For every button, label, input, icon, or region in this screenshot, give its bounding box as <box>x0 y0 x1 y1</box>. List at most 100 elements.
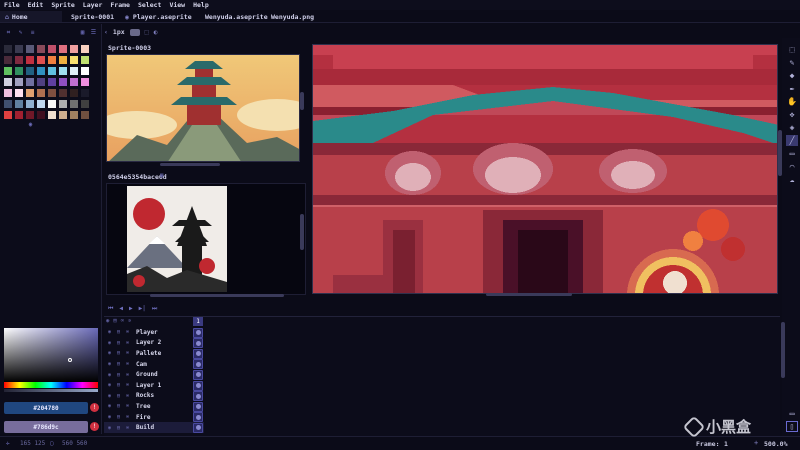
grid-view-icon[interactable]: ▦ <box>78 28 87 37</box>
timeline-scrollbar[interactable] <box>781 322 785 378</box>
palette-swatch[interactable] <box>26 67 34 75</box>
eye-icon[interactable]: ◉ <box>106 318 109 324</box>
hand-tool-icon[interactable]: ✋ <box>786 96 798 107</box>
palette-swatch[interactable] <box>4 67 12 75</box>
palette-swatch[interactable] <box>70 45 78 53</box>
palette-swatch[interactable] <box>15 67 23 75</box>
eye-icon[interactable]: ◉ <box>106 414 113 421</box>
palette-swatch[interactable] <box>37 45 45 53</box>
palette-swatch[interactable] <box>48 100 56 108</box>
layer-row[interactable]: ◉ ▤ ∞ Tree <box>104 401 204 412</box>
palette-swatch[interactable] <box>48 45 56 53</box>
preview-scrollbar[interactable] <box>300 92 304 110</box>
palette-swatch[interactable] <box>81 100 89 108</box>
menu-help[interactable]: Help <box>193 1 209 9</box>
timeline-cel[interactable] <box>193 401 203 412</box>
brush-shape-icon[interactable] <box>129 28 140 36</box>
pixel-perfect-icon[interactable]: ⬚ <box>145 28 149 36</box>
palette-swatch[interactable] <box>81 78 89 86</box>
layer-row[interactable]: ◉ ▤ ∞ Build <box>104 422 204 433</box>
preview-image-mountain[interactable] <box>127 186 227 292</box>
menu-icon[interactable]: ☰ <box>89 28 98 37</box>
preview2-hscrollbar[interactable] <box>150 294 284 297</box>
color-picker-spectrum[interactable] <box>4 328 98 382</box>
eye-icon[interactable]: ◉ <box>106 361 113 368</box>
lock-icon[interactable]: ▤ <box>115 361 122 368</box>
next-frame-icon[interactable]: ▶| <box>139 305 146 312</box>
layer-row[interactable]: ◉ ▤ ∞ Fire <box>104 412 204 423</box>
link-icon[interactable]: ∞ <box>124 424 131 431</box>
lock-icon[interactable]: ▤ <box>115 350 122 357</box>
eye-icon[interactable]: ◉ <box>106 382 113 389</box>
brush-size-label[interactable]: 1px <box>113 28 125 36</box>
palette-swatch[interactable] <box>37 56 45 64</box>
link-icon[interactable]: ∞ <box>124 382 131 389</box>
palette-swatch[interactable] <box>70 111 78 119</box>
timeline-cel[interactable] <box>193 338 203 349</box>
palette-swatch[interactable] <box>81 67 89 75</box>
eye-icon[interactable]: ◉ <box>106 329 113 336</box>
lock-icon[interactable]: ▤ <box>115 403 122 410</box>
picker-cursor[interactable] <box>68 358 72 362</box>
fill-tool-icon[interactable]: ◈ <box>786 122 798 133</box>
menu-file[interactable]: File <box>4 1 20 9</box>
timeline-cel[interactable] <box>193 422 203 433</box>
symmetry-icon[interactable]: ◐ <box>154 28 158 36</box>
timeline-cel[interactable] <box>193 412 203 423</box>
palette-swatch[interactable] <box>4 111 12 119</box>
palette-swatch[interactable] <box>37 78 45 86</box>
eye-icon[interactable]: ◉ <box>106 339 113 346</box>
add-color-icon[interactable]: ◉ <box>26 120 35 129</box>
palette-swatch[interactable] <box>48 56 56 64</box>
palette-sort-icon[interactable]: ≡ <box>28 28 37 37</box>
tab-wenyuda-aseprite[interactable]: Wenyuda.aseprite <box>200 11 273 22</box>
palette-swatch[interactable] <box>26 78 34 86</box>
preview-hscrollbar[interactable] <box>160 163 220 166</box>
palette-swatch[interactable] <box>4 100 12 108</box>
palette-swatch[interactable] <box>15 78 23 86</box>
lock-icon[interactable]: ▤ <box>115 382 122 389</box>
tab-wenyuda-png[interactable]: Wenyuda.png <box>266 11 319 22</box>
timeline-cel[interactable] <box>193 380 203 391</box>
eye-icon[interactable]: ◉ <box>106 371 113 378</box>
eraser-tool-icon[interactable]: ◆ <box>786 70 798 81</box>
palette-swatch[interactable] <box>59 100 67 108</box>
palette-swatch[interactable] <box>37 111 45 119</box>
palette-swatch[interactable] <box>59 45 67 53</box>
prev-frame-icon[interactable]: ◀ <box>119 305 123 312</box>
palette-swatch[interactable] <box>4 78 12 86</box>
zoom-value[interactable]: 500.0% <box>764 440 787 448</box>
pencil-tool-icon[interactable]: ✎ <box>786 57 798 68</box>
eye-icon[interactable]: ◉ <box>106 424 113 431</box>
palette-swatch[interactable] <box>59 67 67 75</box>
palette-options-icon[interactable]: ⌗ <box>4 28 13 37</box>
gear-icon[interactable]: ✲ <box>128 318 131 324</box>
timeline-cel[interactable] <box>193 369 203 380</box>
palette-swatch[interactable] <box>26 100 34 108</box>
eyedropper-tool-icon[interactable]: ✒ <box>786 83 798 94</box>
lock-icon[interactable]: ▤ <box>115 424 122 431</box>
chevron-left-icon[interactable]: ‹ <box>104 28 108 36</box>
eye-icon[interactable]: ◉ <box>106 392 113 399</box>
eye-icon[interactable]: ◉ <box>106 403 113 410</box>
palette-swatch[interactable] <box>59 56 67 64</box>
timeline-cel[interactable] <box>193 348 203 359</box>
link-icon[interactable]: ∞ <box>121 318 124 324</box>
warning-icon[interactable]: ! <box>90 422 99 431</box>
minimap-icon[interactable]: ▭ <box>786 408 798 419</box>
palette-swatch[interactable] <box>15 100 23 108</box>
palette-swatch[interactable] <box>70 67 78 75</box>
timeline-cel[interactable] <box>193 327 203 338</box>
layer-row[interactable]: ◉ ▤ ∞ Player <box>104 327 204 338</box>
warning-icon[interactable]: ! <box>90 403 99 412</box>
rectangle-tool-icon[interactable]: ▭ <box>786 148 798 159</box>
tab-sprite-0001[interactable]: Sprite-0001 <box>66 11 119 22</box>
palette-swatch[interactable] <box>15 111 23 119</box>
menu-sprite[interactable]: Sprite <box>51 1 74 9</box>
eye-icon[interactable]: ◉ <box>106 350 113 357</box>
link-icon[interactable]: ∞ <box>124 350 131 357</box>
link-icon[interactable]: ∞ <box>124 392 131 399</box>
alpha-slider[interactable] <box>4 389 98 392</box>
palette-swatch[interactable] <box>4 45 12 53</box>
layer-row[interactable]: ◉ ▤ ∞ Layer 2 <box>104 338 204 349</box>
